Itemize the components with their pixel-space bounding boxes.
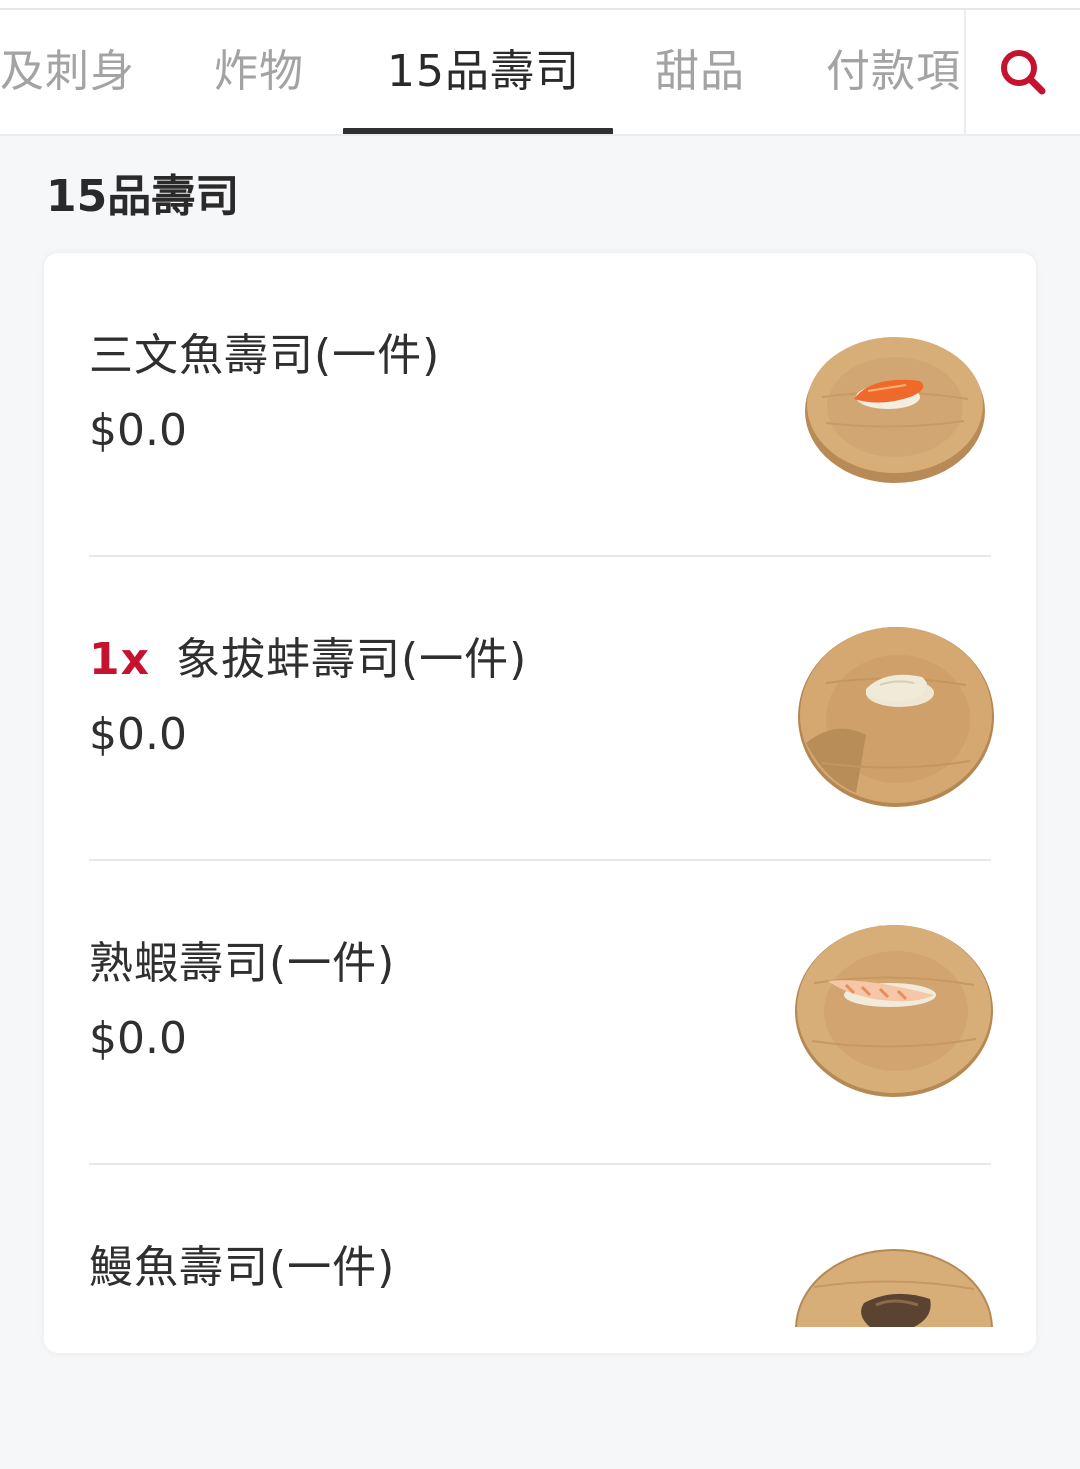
status-strip (0, 0, 1080, 10)
item-name: 三文魚壽司(一件) (89, 330, 441, 381)
menu-item-title: 三文魚壽司(一件) (89, 319, 440, 383)
tab-fried[interactable]: 炸物 (214, 10, 304, 134)
menu-item-card: 三文魚壽司(一件) $0.0 1x 象拔蚌壽司(一件) $0.0 熟蝦壽司(一件… (44, 253, 1036, 1353)
search-icon (1001, 50, 1046, 95)
quantity-badge: 1x (89, 634, 150, 685)
tab-15-sushi[interactable]: 15品壽司 (387, 10, 580, 134)
sushi-image (795, 925, 993, 1097)
section-title: 15品壽司 (46, 171, 240, 222)
item-price: $0.0 (89, 709, 187, 760)
active-tab-indicator (343, 128, 613, 134)
search-button[interactable] (964, 10, 1080, 134)
menu-item[interactable]: 三文魚壽司(一件) $0.0 (44, 253, 1036, 557)
menu-item-title: 1x 象拔蚌壽司(一件) (89, 623, 527, 687)
tab-dessert[interactable]: 甜品 (655, 10, 745, 134)
item-price: $0.0 (89, 1013, 187, 1064)
item-name: 鰻魚壽司(一件) (89, 1242, 396, 1293)
sushi-image (798, 627, 994, 807)
category-tab-bar: 及刺身 炸物 15品壽司 甜品 付款項目 (0, 10, 1080, 136)
menu-item-title: 鰻魚壽司(一件) (89, 1231, 395, 1295)
item-price: $0.0 (89, 405, 187, 456)
menu-item[interactable]: 鰻魚壽司(一件) (44, 1165, 1036, 1469)
sushi-image (805, 337, 985, 483)
item-name: 熟蝦壽司(一件) (89, 938, 396, 989)
sushi-image (795, 1249, 993, 1327)
menu-item[interactable]: 熟蝦壽司(一件) $0.0 (44, 861, 1036, 1165)
item-name: 象拔蚌壽司(一件) (176, 634, 528, 685)
tab-sashimi[interactable]: 及刺身 (0, 10, 135, 134)
menu-item[interactable]: 1x 象拔蚌壽司(一件) $0.0 (44, 557, 1036, 861)
menu-item-title: 熟蝦壽司(一件) (89, 927, 395, 991)
